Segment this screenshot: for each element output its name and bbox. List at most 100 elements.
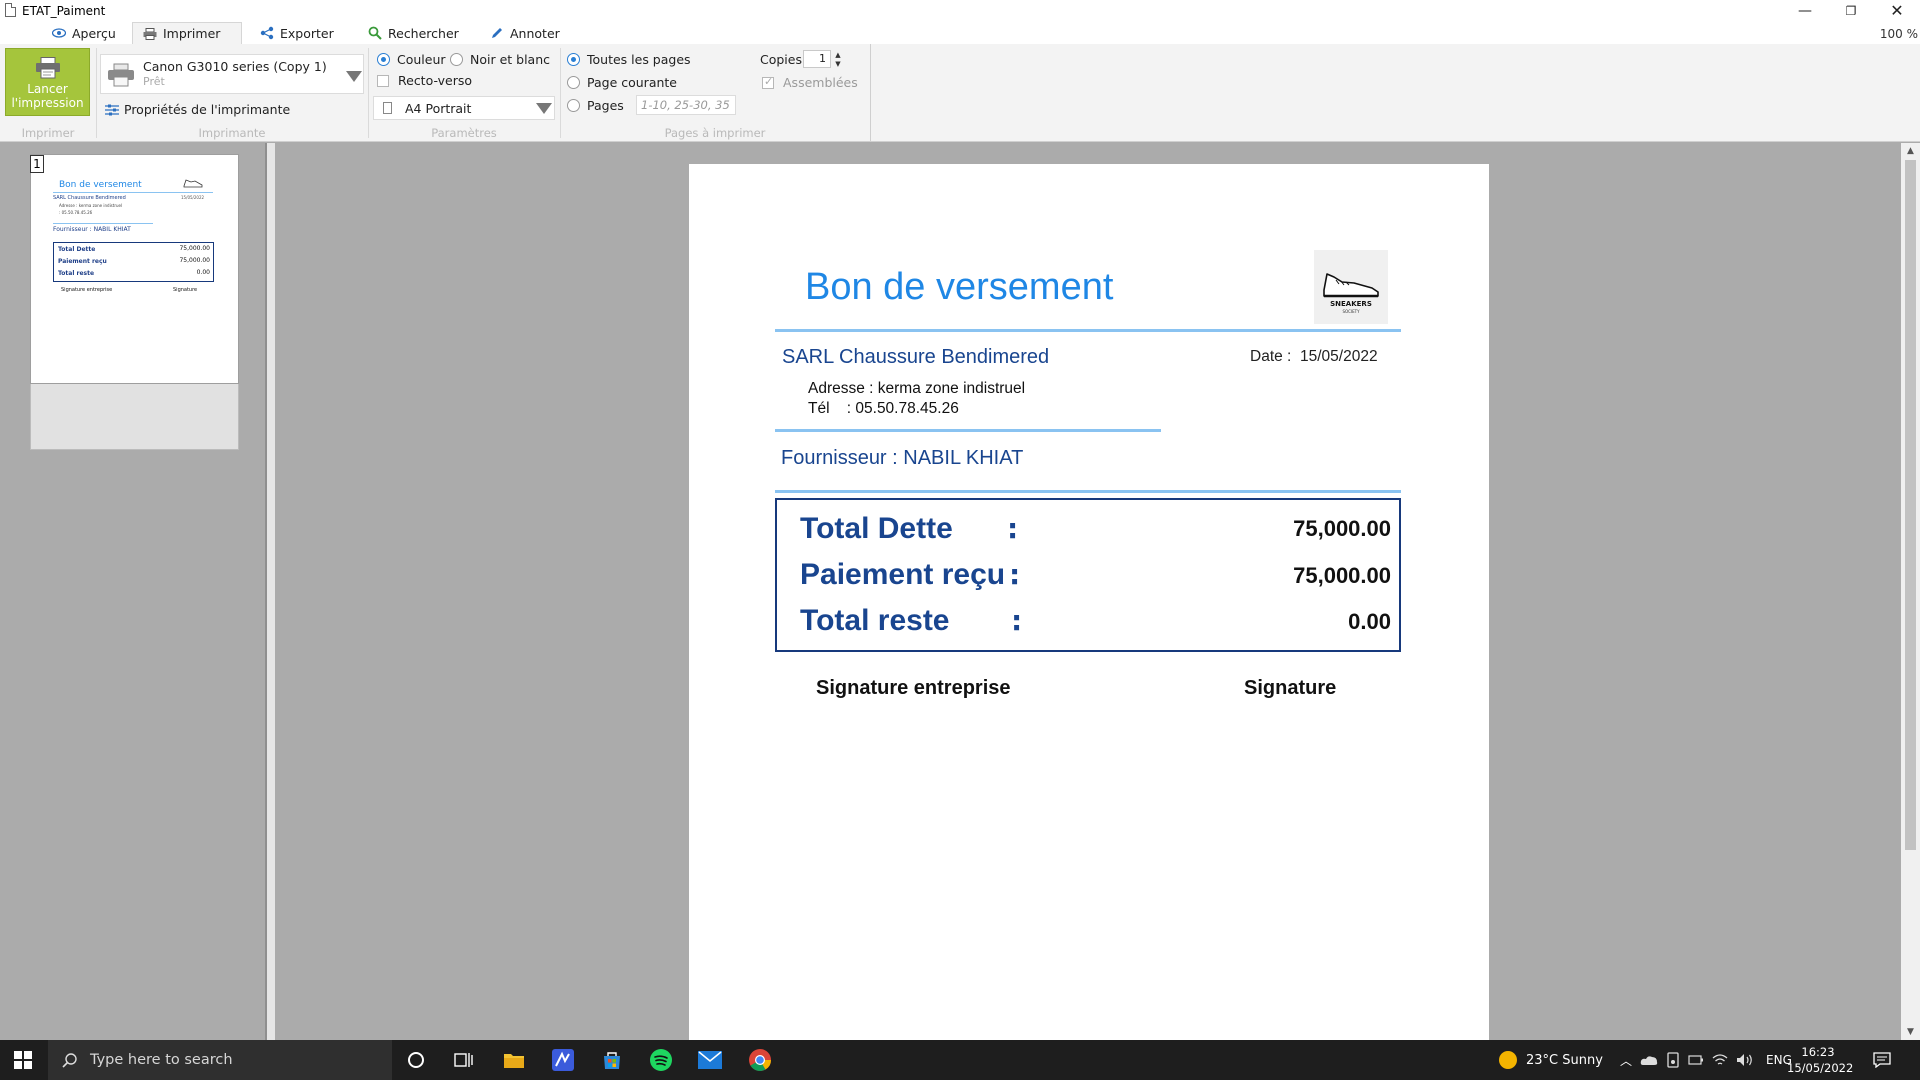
supplier-divider [775,490,1401,493]
printer-properties-button[interactable]: Propriétés de l'imprimante [104,102,290,117]
remaining-total-value: 0.00 [1348,609,1391,634]
chevron-down-icon [346,71,362,82]
share-icon [260,26,274,40]
start-button[interactable] [0,1040,46,1080]
thumb-total-label: Total Dette [58,246,96,253]
system-clock[interactable]: 16:23 15/05/2022 [1787,1044,1853,1076]
notifications-icon[interactable] [1858,1040,1906,1080]
printer-properties-label: Propriétés de l'imprimante [124,102,291,117]
thumb-phone: : 05.50.78.45.26 [59,210,93,215]
weather-widget[interactable]: 23°C Sunny [1498,1040,1603,1080]
pages-range-input[interactable]: 1-10, 25-30, 35 [636,95,736,115]
remaining-total-label: Total reste [800,604,950,637]
file-explorer-icon[interactable] [490,1040,538,1080]
store-icon[interactable] [588,1040,636,1080]
address-divider [775,429,1161,432]
close-button[interactable]: ✕ [1874,0,1920,22]
thumb-address: Adresse : kerma zone indistruel [59,203,123,208]
tab-rechercher[interactable]: Rechercher [358,22,469,44]
tab-apercu[interactable]: Aperçu [42,22,126,44]
collate-checkbox[interactable]: Assemblées [762,75,858,90]
date-label: Date : [1250,348,1292,365]
printer-status: Prêt [143,75,165,88]
task-view-icon[interactable] [440,1040,488,1080]
scroll-up-icon[interactable]: ▲ [1901,143,1920,159]
payment-received-colon: : [1009,558,1021,591]
tab-apercu-label: Aperçu [72,25,116,41]
paper-size-select[interactable]: A4 Portrait [373,96,555,120]
all-pages-radio[interactable]: Toutes les pages [567,52,691,67]
page-thumbnail[interactable]: Bon de versement SARL Chaussure Bendimer… [30,154,239,384]
document-icon [5,3,16,17]
tab-imprimer[interactable]: Imprimer [132,22,242,44]
phone-value: : 05.50.78.45.26 [846,400,959,417]
payment-received-value: 75,000.00 [1293,563,1391,588]
tab-annoter[interactable]: Annoter [480,22,570,44]
supplier-name: Fournisseur : NABIL KHIAT [781,447,1024,469]
group-label-print: Imprimer [21,126,75,140]
document-title: Bon de versement [805,266,1114,308]
group-label-parameters: Paramètres [431,126,497,140]
chevron-up-icon[interactable]: ︿ [1620,1052,1632,1069]
taskbar-search[interactable]: Type here to search [48,1040,392,1080]
tab-exporter-label: Exporter [280,25,334,41]
printer-name: Canon G3010 series (Copy 1) [143,59,327,74]
chrome-icon[interactable] [736,1040,784,1080]
current-page-radio[interactable]: Page courante [567,75,677,90]
thumbnail-pane: Bon de versement SARL Chaussure Bendimer… [0,143,267,1040]
thumb-total-label: Paiement reçu [58,258,107,265]
cortana-icon[interactable] [392,1040,440,1080]
thumb-supplier: Fournisseur : NABIL KHIAT [53,226,131,233]
spotify-icon[interactable] [637,1040,685,1080]
app-icon[interactable] [539,1040,587,1080]
wifi-icon[interactable] [1712,1053,1728,1067]
checkbox-checked-icon [762,75,774,89]
minimize-button[interactable]: — [1782,0,1828,22]
group-label-printer: Imprimante [198,126,266,140]
onedrive-icon[interactable] [1640,1054,1658,1066]
launch-print-button[interactable]: Lancer l'impression [5,48,90,116]
weather-text: 23°C Sunny [1526,1052,1603,1068]
thumb-total-value: 75,000.00 [179,257,210,264]
title-bar: ETAT_Paiment — ❐ ✕ [0,0,1920,22]
search-icon [62,1053,77,1068]
checkbox-icon [377,74,389,87]
volume-icon[interactable] [1736,1053,1754,1067]
battery-icon[interactable] [1688,1054,1704,1066]
tab-exporter[interactable]: Exporter [250,22,344,44]
system-tray-icons: ︿ ENG [1620,1040,1792,1080]
device-icon[interactable] [1666,1052,1680,1068]
duplex-checkbox[interactable]: Recto-verso [377,73,472,88]
color-label: Couleur [397,52,446,67]
scroll-down-icon[interactable]: ▼ [1901,1024,1920,1040]
group-label-pages: Pages à imprimer [664,126,766,140]
company-phone: Tél : 05.50.78.45.26 [808,400,959,418]
group-divider [96,48,97,138]
maximize-button[interactable]: ❐ [1828,0,1874,22]
bw-label: Noir et blanc [470,52,551,67]
total-debt-label: Total Dette [800,512,953,545]
spin-up-icon[interactable]: ▲ [833,51,843,59]
scrollbar-thumb[interactable] [1905,160,1916,850]
totals-box: Total Dette : 75,000.00 Paiement reçu : … [775,498,1401,652]
spin-down-icon[interactable]: ▼ [833,60,843,68]
printer-icon [36,57,60,79]
pane-splitter[interactable] [267,143,275,1040]
current-page-label: Page courante [587,75,677,90]
bw-radio[interactable]: Noir et blanc [450,52,550,67]
eye-icon [52,26,66,40]
thumb-totals-box: Total Dette 75,000.00 Paiement reçu 75,0… [53,242,214,282]
group-divider [560,48,561,138]
printer-icon [143,27,157,41]
mail-icon[interactable] [686,1040,734,1080]
window-title: ETAT_Paiment [22,4,106,18]
thumb-date: 15/05/2022 [181,195,205,200]
pages-radio[interactable]: Pages [567,98,624,113]
color-radio[interactable]: Couleur [377,52,446,67]
thumb-rule [53,192,213,193]
svg-text:SOCIETY: SOCIETY [1342,309,1360,314]
ribbon-end-divider [870,44,871,142]
vertical-scrollbar[interactable]: ▲ ▼ [1901,143,1920,1040]
printer-select[interactable]: Canon G3010 series (Copy 1) Prêt [100,54,364,94]
copies-input[interactable]: 1 [803,50,831,68]
